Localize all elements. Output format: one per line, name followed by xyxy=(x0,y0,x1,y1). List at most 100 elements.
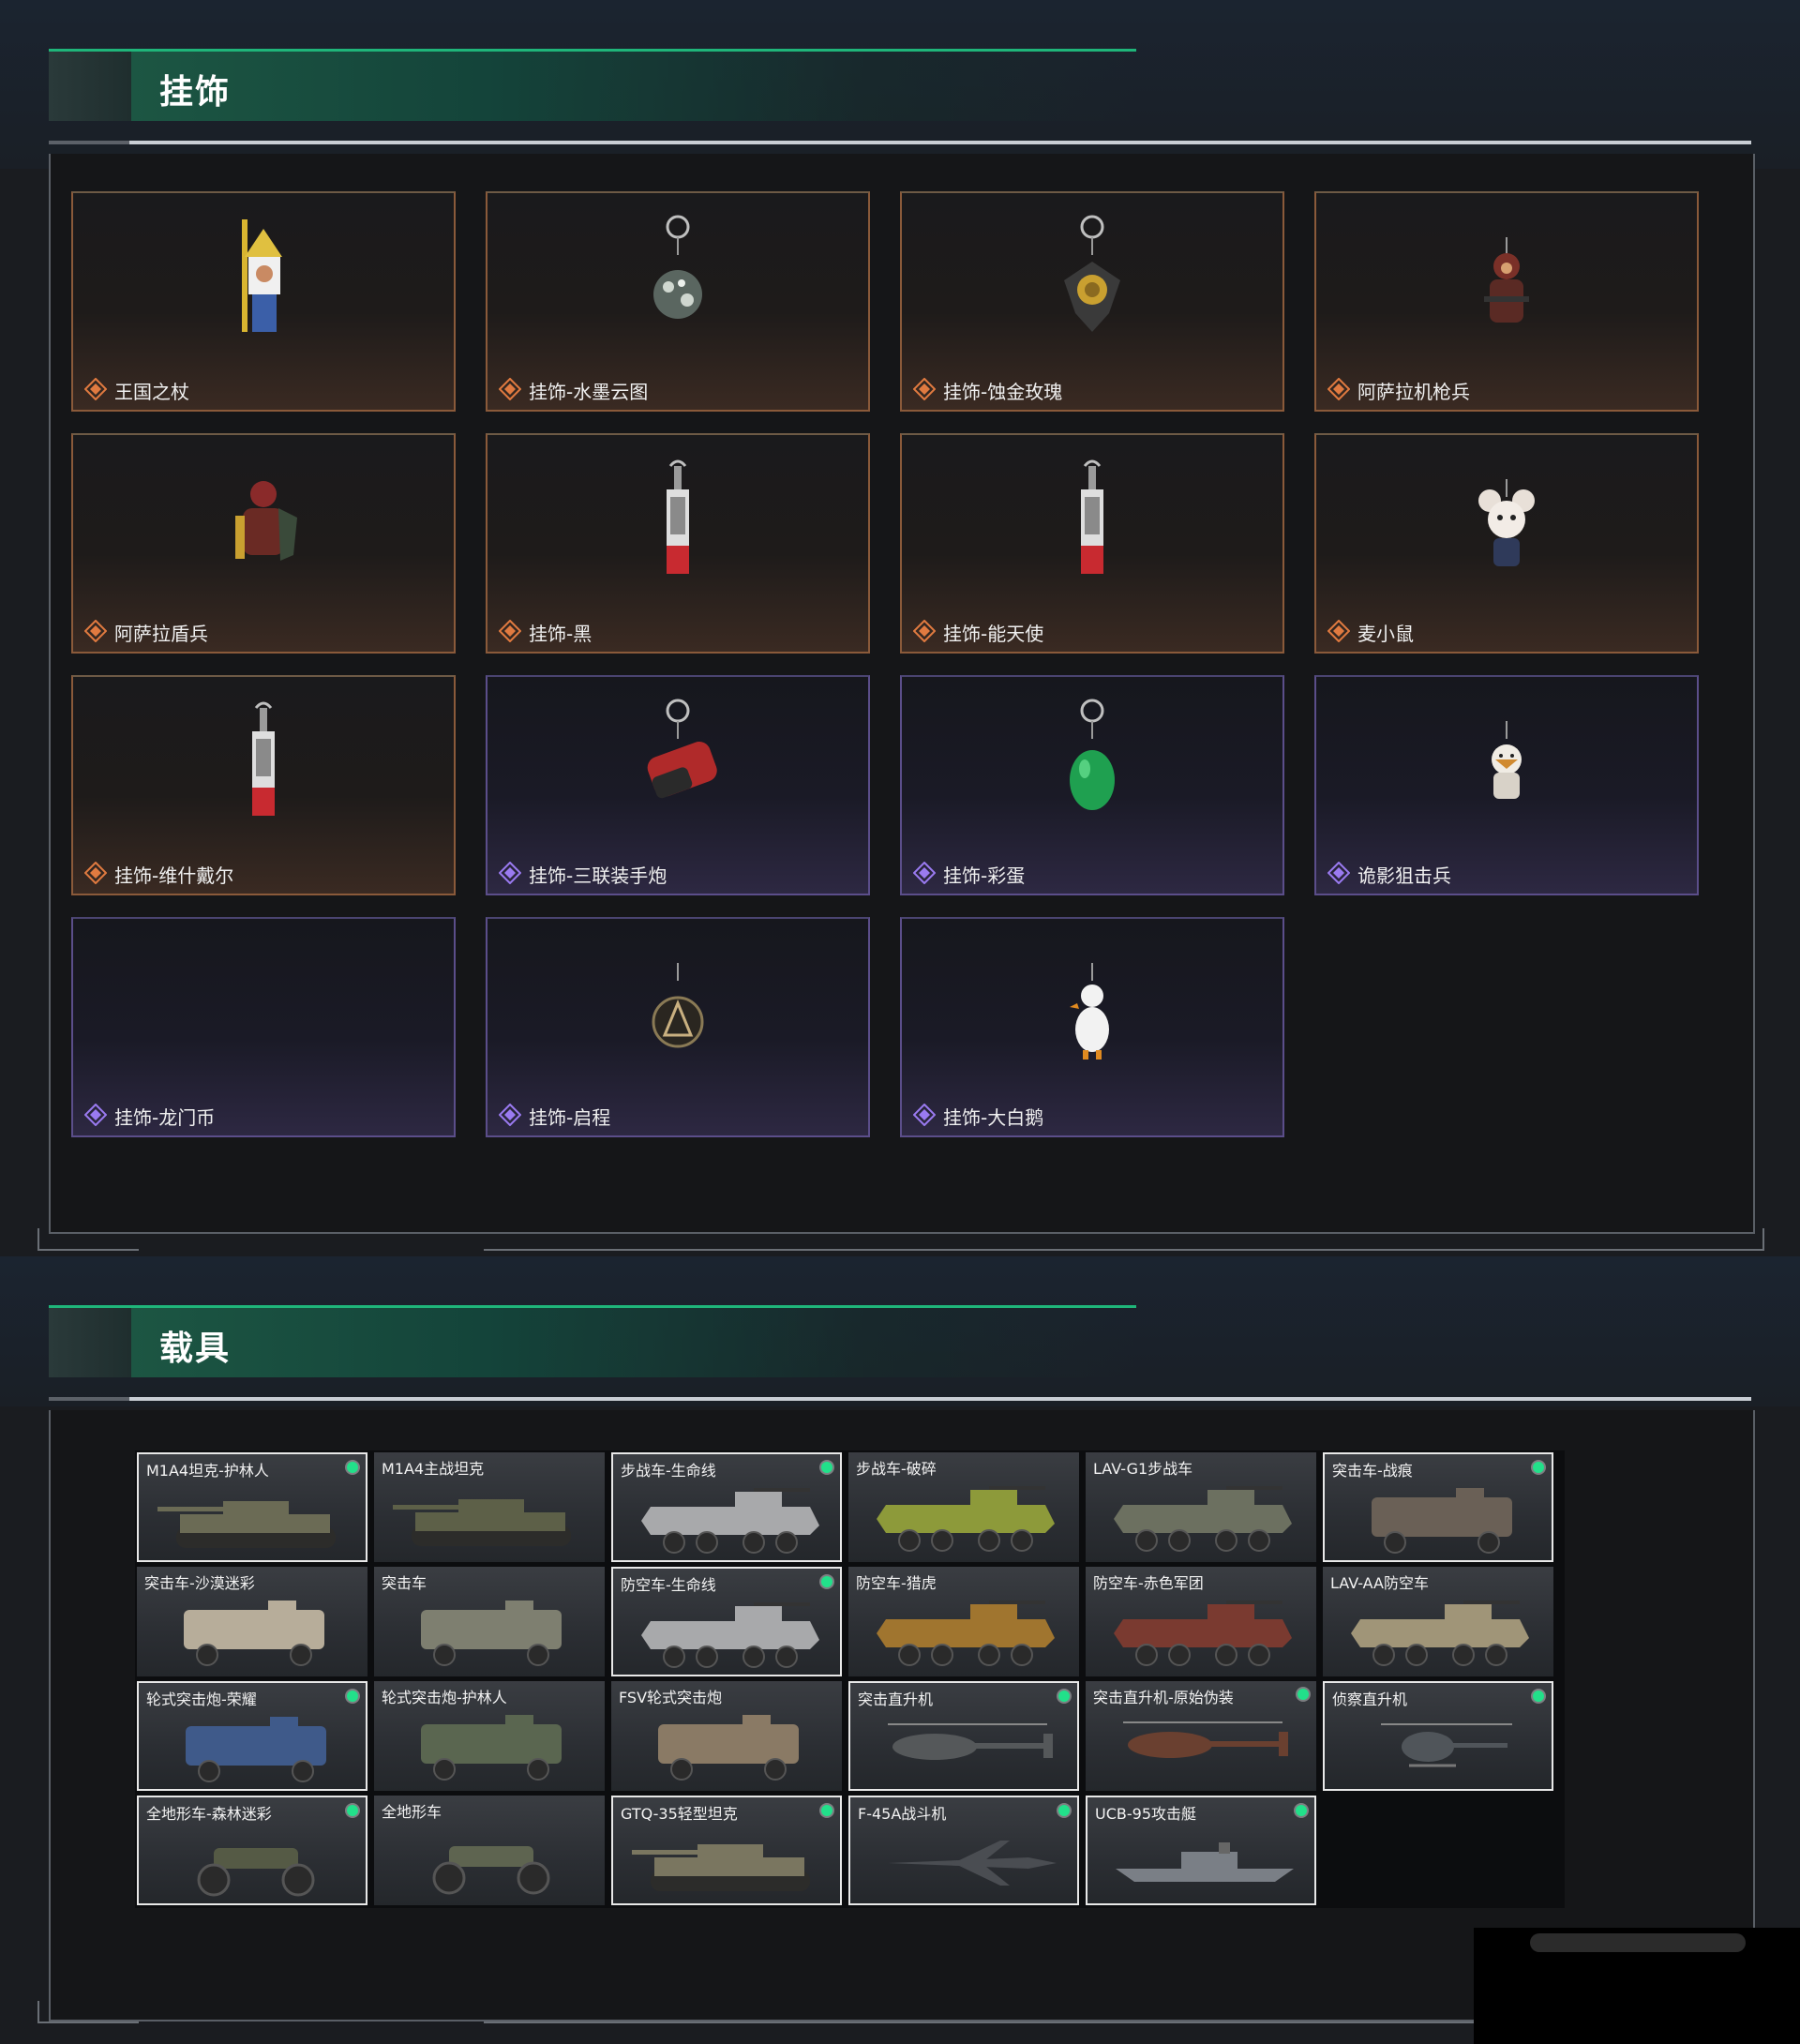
vehicle-tile[interactable]: GTQ-35轻型坦克 xyxy=(611,1796,842,1905)
vehicle-name: 突击直升机-原始伪装 xyxy=(1093,1689,1234,1706)
pendants-section-title: 挂饰 xyxy=(159,73,232,112)
pendant-card[interactable]: 挂饰-黑 xyxy=(486,433,870,654)
vehicle-tank-icon xyxy=(393,1499,571,1546)
vehicle-tile[interactable]: 轮式突击炮-护林人 xyxy=(374,1681,605,1791)
gold-rarity-icon xyxy=(912,377,937,401)
pendant-card[interactable]: 阿萨拉盾兵 xyxy=(71,433,456,654)
vehicle-boat-icon xyxy=(1116,1842,1294,1882)
pendant-card[interactable]: 挂饰-蚀金玫瑰 xyxy=(900,191,1284,412)
vehicle-tank-icon xyxy=(158,1501,336,1548)
pendant-label: 阿萨拉盾兵 xyxy=(114,623,208,645)
scepter-pendant-icon xyxy=(207,210,320,341)
purple-rarity-icon xyxy=(912,861,937,885)
vehicle-tile[interactable]: 突击车 xyxy=(374,1567,605,1676)
pendant-card[interactable]: 麦小鼠 xyxy=(1314,433,1699,654)
panel-corner xyxy=(38,1228,60,1251)
vehicle-name: GTQ-35轻型坦克 xyxy=(621,1805,738,1823)
vehicle-name: F-45A战斗机 xyxy=(858,1805,947,1823)
machine-gunner-pendant-icon xyxy=(1450,210,1563,341)
vehicle-tile[interactable]: 步战车-生命线 xyxy=(611,1452,842,1562)
vehicle-tile[interactable]: F-45A战斗机 xyxy=(848,1796,1079,1905)
coin-pendant-icon xyxy=(207,936,320,1067)
pendant-card[interactable]: 诡影狙击兵 xyxy=(1314,675,1699,895)
pendant-label: 挂饰-维什戴尔 xyxy=(114,864,234,887)
vehicle-tile[interactable]: M1A4坦克-护林人 xyxy=(137,1452,368,1562)
vehicle-name: LAV-G1步战车 xyxy=(1093,1460,1193,1478)
pendant-label: 挂饰-启程 xyxy=(529,1106,611,1129)
vehicle-tile[interactable]: 突击车-沙漠迷彩 xyxy=(137,1567,368,1676)
vehicle-tile[interactable]: LAV-G1步战车 xyxy=(1086,1452,1316,1562)
gold-rarity-icon xyxy=(498,619,522,643)
pendant-label: 挂饰-大白鹅 xyxy=(943,1106,1044,1129)
vehicle-tile[interactable]: UCB-95攻击艇 xyxy=(1086,1796,1316,1905)
vehicle-tile[interactable]: FSV轮式突击炮 xyxy=(611,1681,842,1791)
vehicles-section-header: 载具 xyxy=(49,1305,1136,1377)
vehicle-tile[interactable]: 突击车-战痕 xyxy=(1323,1452,1553,1562)
vehicle-tile[interactable]: 突击直升机 xyxy=(848,1681,1079,1791)
header-notch xyxy=(49,52,131,121)
vehicle-tile[interactable]: 轮式突击炮-荣耀 xyxy=(137,1681,368,1791)
panel-corner xyxy=(1742,1228,1764,1251)
pendant-card[interactable]: 阿萨拉机枪兵 xyxy=(1314,191,1699,412)
vehicles-section-title: 载具 xyxy=(159,1330,232,1368)
vehicle-tile[interactable]: 侦察直升机 xyxy=(1323,1681,1553,1791)
purple-rarity-icon xyxy=(83,1103,108,1127)
vehicle-ifv-icon xyxy=(641,1602,819,1668)
owned-badge-icon xyxy=(821,1805,832,1816)
vehicle-tile[interactable]: LAV-AA防空车 xyxy=(1323,1567,1553,1676)
pendant-label: 挂饰-三联装手炮 xyxy=(529,864,668,887)
owned-badge-icon xyxy=(1058,1805,1070,1816)
pendant-card[interactable]: 挂饰-三联装手炮 xyxy=(486,675,870,895)
vehicle-name: 防空车-赤色军团 xyxy=(1093,1574,1204,1592)
sniper-pendant-icon xyxy=(1450,694,1563,825)
panel-foot-line xyxy=(484,2021,1474,2023)
vehicle-truck-icon xyxy=(186,1717,326,1782)
vehicle-tile[interactable]: 防空车-生命线 xyxy=(611,1567,842,1676)
vehicle-ifv-icon xyxy=(877,1601,1055,1666)
vehicle-name: 侦察直升机 xyxy=(1332,1691,1408,1708)
vehicle-grid: M1A4坦克-护林人 M1A4主战坦克 步战车-生命线 步战车-破碎 LAV-G… xyxy=(135,1450,1565,1908)
vehicles-divider xyxy=(49,1397,1751,1401)
vehicle-truck-icon xyxy=(1372,1488,1512,1554)
pendant-label: 挂饰-能天使 xyxy=(943,623,1044,645)
pendant-card[interactable]: 挂饰-维什戴尔 xyxy=(71,675,456,895)
vehicle-jet-icon xyxy=(888,1841,1057,1886)
vehicle-tile[interactable]: 全地形车-森林迷彩 xyxy=(137,1796,368,1905)
vehicle-tile[interactable]: 防空车-赤色军团 xyxy=(1086,1567,1316,1676)
owned-badge-icon xyxy=(347,1462,358,1473)
vehicle-name: 突击车-沙漠迷彩 xyxy=(144,1574,255,1592)
pendant-card[interactable]: 挂饰-彩蛋 xyxy=(900,675,1284,895)
pendant-label: 挂饰-蚀金玫瑰 xyxy=(943,381,1063,403)
vehicle-tile[interactable]: M1A4主战坦克 xyxy=(374,1452,605,1562)
pendant-card[interactable]: 挂饰-启程 xyxy=(486,917,870,1137)
vehicle-tile[interactable]: 突击直升机-原始伪装 xyxy=(1086,1681,1316,1791)
vehicle-name: LAV-AA防空车 xyxy=(1330,1574,1429,1592)
pendant-card[interactable]: 挂饰-大白鹅 xyxy=(900,917,1284,1137)
vehicle-name: 步战车-生命线 xyxy=(621,1462,716,1480)
pendant-card[interactable]: 挂饰-能天使 xyxy=(900,433,1284,654)
vehicle-name: 突击车-战痕 xyxy=(1332,1462,1413,1480)
vehicle-tile[interactable]: 防空车-猎虎 xyxy=(848,1567,1079,1676)
vehicle-tile[interactable]: 步战车-破碎 xyxy=(848,1452,1079,1562)
vehicle-tank-icon xyxy=(632,1844,810,1891)
green-egg-pendant-icon xyxy=(1036,694,1148,825)
pendant-label: 诡影狙击兵 xyxy=(1358,864,1451,887)
vehicle-name: 轮式突击炮-荣耀 xyxy=(146,1691,257,1708)
vehicle-name: 全地形车-森林迷彩 xyxy=(146,1805,272,1823)
pendant-card[interactable]: 王国之杖 xyxy=(71,191,456,412)
vehicle-name: M1A4主战坦克 xyxy=(382,1460,485,1478)
pendant-card[interactable]: 挂饰-水墨云图 xyxy=(486,191,870,412)
vehicle-name: 突击车 xyxy=(382,1574,428,1592)
medal-pendant-icon xyxy=(622,936,734,1067)
header-notch xyxy=(49,1308,131,1377)
vehicle-name: 防空车-生命线 xyxy=(621,1576,716,1594)
pendant-card[interactable]: 挂饰-龙门币 xyxy=(71,917,456,1137)
panel-foot-line xyxy=(38,1249,139,1251)
vehicle-atv-icon xyxy=(432,1846,550,1895)
gold-rarity-icon xyxy=(1327,619,1351,643)
vehicle-ifv-icon xyxy=(1351,1601,1529,1666)
vehicle-tile[interactable]: 全地形车 xyxy=(374,1796,605,1905)
owned-badge-icon xyxy=(821,1462,832,1473)
vehicle-ifv-icon xyxy=(641,1488,819,1554)
pendants-section-header: 挂饰 xyxy=(49,49,1136,121)
